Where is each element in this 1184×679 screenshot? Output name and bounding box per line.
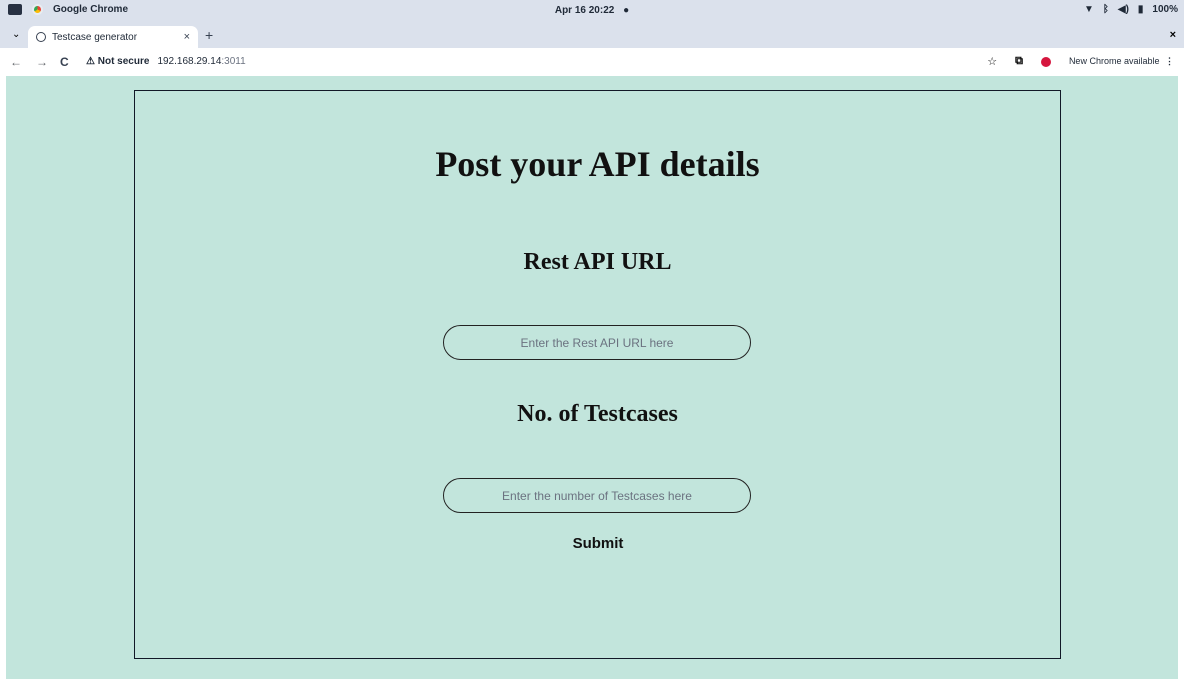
api-details-form: Post your API details Rest API URL No. o…: [134, 90, 1061, 659]
not-secure-badge[interactable]: ⚠ Not secure: [86, 56, 149, 67]
tab-search-chevron-icon[interactable]: ⌄: [12, 29, 20, 40]
globe-icon: [36, 32, 46, 42]
rest-api-url-label: Rest API URL: [523, 249, 672, 275]
testcase-count-label: No. of Testcases: [517, 401, 678, 427]
update-chrome-button[interactable]: New Chrome available ⋮: [1069, 56, 1174, 67]
battery-percentage: 100%: [1152, 4, 1178, 15]
os-status-area[interactable]: ▼ ᛒ ◀) ▮ 100%: [1084, 4, 1178, 15]
page-viewport: Post your API details Rest API URL No. o…: [6, 76, 1178, 679]
profile-avatar[interactable]: [1040, 56, 1051, 67]
url-text: 192.168.29.14:3011: [157, 56, 245, 67]
url-host: 192.168.29.14: [157, 56, 222, 67]
tab-title: Testcase generator: [52, 31, 138, 43]
page-title: Post your API details: [435, 144, 760, 184]
new-tab-button[interactable]: +: [205, 27, 213, 43]
address-bar[interactable]: ⚠ Not secure 192.168.29.14:3011: [86, 56, 246, 67]
url-port: :3011: [221, 56, 246, 67]
wifi-icon: ▼: [1083, 4, 1094, 15]
submit-button[interactable]: Submit: [548, 532, 648, 554]
battery-icon: ▮: [1137, 4, 1144, 15]
toolbar-actions: ☆ ⧉ New Chrome available ⋮: [987, 55, 1174, 68]
tab-close-icon[interactable]: ×: [184, 31, 190, 43]
rest-api-url-input[interactable]: [443, 325, 751, 360]
volume-icon: ◀): [1117, 4, 1129, 15]
recording-indicator-icon: ●: [623, 5, 630, 16]
menu-dots-icon[interactable]: ⋮: [1165, 56, 1174, 66]
os-clock[interactable]: Apr 16 20:22 ●: [0, 5, 1184, 16]
bluetooth-icon: ᛒ: [1102, 4, 1109, 15]
close-window-icon[interactable]: ×: [1170, 29, 1176, 41]
clock-text: Apr 16 20:22: [554, 5, 615, 16]
extensions-icon[interactable]: ⧉: [1015, 55, 1023, 68]
browser-toolbar: ← → C ⚠ Not secure 192.168.29.14:3011 ☆ …: [0, 48, 1184, 76]
tab-testcase-generator[interactable]: Testcase generator ×: [28, 26, 198, 48]
tab-strip: ⌄ Testcase generator × + ×: [0, 24, 1184, 48]
bookmark-star-icon[interactable]: ☆: [987, 55, 997, 68]
forward-arrow-icon[interactable]: →: [36, 55, 48, 69]
update-chrome-label: New Chrome available: [1068, 56, 1160, 66]
reload-icon[interactable]: C: [60, 55, 69, 69]
os-top-bar: Google Chrome Apr 16 20:22 ● ▼ ᛒ ◀) ▮ 10…: [0, 0, 1184, 24]
testcase-count-input[interactable]: [443, 478, 751, 513]
back-arrow-icon[interactable]: ←: [10, 55, 22, 69]
